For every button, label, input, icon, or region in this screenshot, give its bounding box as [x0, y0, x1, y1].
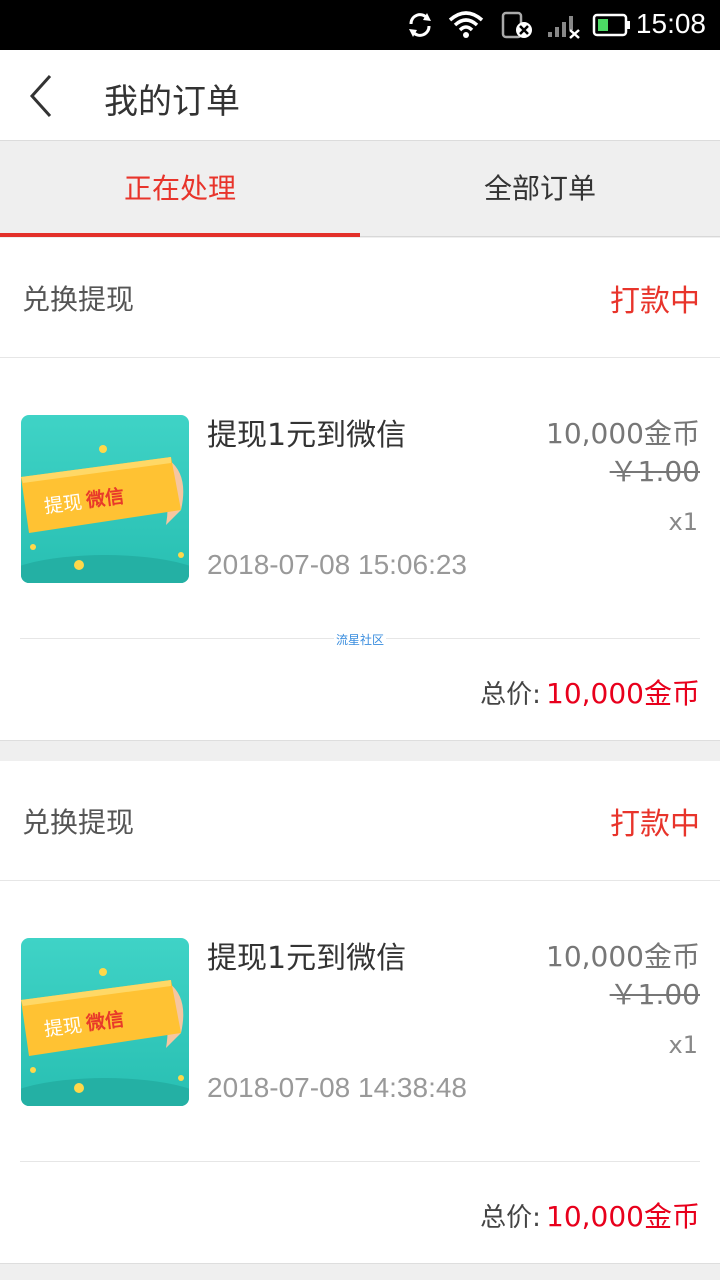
wifi-icon	[448, 11, 484, 38]
order-type: 兑换提现	[22, 283, 135, 316]
divider	[20, 1161, 700, 1162]
svg-text:提现: 提现	[43, 491, 83, 517]
order-card[interactable]: 兑换提现 打款中 提现 微信 提现1元到微信 10,000金币 ￥1.00 x1…	[0, 238, 720, 741]
order-card-header: 兑换提现 打款中	[0, 761, 720, 881]
product-thumbnail: 提现 微信	[21, 938, 189, 1106]
sync-icon	[409, 13, 431, 37]
app-header: 我的订单	[0, 50, 720, 141]
svg-text:微信: 微信	[84, 485, 126, 513]
active-tab-indicator	[0, 233, 360, 237]
product-price: 10,000金币	[546, 940, 700, 973]
clock: 15:08	[635, 8, 706, 39]
watermark: 流星社区	[334, 631, 387, 648]
tab-processing[interactable]: 正在处理	[0, 141, 360, 237]
signal-icon	[548, 16, 580, 39]
order-type: 兑换提现	[22, 806, 135, 839]
total-value: 10,000金币	[546, 677, 700, 710]
product-original-price: ￥1.00	[609, 455, 700, 488]
order-total: 总价: 10,000金币	[480, 1195, 700, 1235]
battery-icon	[592, 13, 630, 37]
back-arrow-icon[interactable]	[22, 72, 62, 120]
tab-all-orders[interactable]: 全部订单	[360, 141, 720, 237]
order-status: 打款中	[610, 807, 700, 842]
order-tabs: 正在处理 全部订单	[0, 141, 720, 237]
total-value: 10,000金币	[546, 1200, 700, 1233]
svg-text:微信: 微信	[84, 1008, 126, 1036]
page-title: 我的订单	[104, 82, 240, 122]
order-total: 总价: 10,000金币	[480, 672, 700, 712]
order-time: 2018-07-08 14:38:48	[207, 1072, 467, 1103]
status-bar: 15:08	[0, 0, 720, 50]
product-name: 提现1元到微信	[207, 418, 407, 453]
sim-off-icon	[501, 11, 532, 39]
product-thumbnail: 提现 微信	[21, 415, 189, 583]
product-quantity: x1	[668, 508, 698, 536]
product-name: 提现1元到微信	[207, 941, 407, 976]
product-price: 10,000金币	[546, 417, 700, 450]
product-quantity: x1	[668, 1031, 698, 1059]
total-label: 总价:	[480, 1203, 541, 1233]
order-status: 打款中	[610, 284, 700, 319]
svg-text:提现: 提现	[43, 1014, 83, 1040]
product-original-price: ￥1.00	[609, 978, 700, 1011]
order-time: 2018-07-08 15:06:23	[207, 549, 467, 580]
total-label: 总价:	[480, 680, 541, 710]
order-card-header: 兑换提现 打款中	[0, 238, 720, 358]
order-card[interactable]: 兑换提现 打款中 提现 微信 提现1元到微信 10,000金币 ￥1.00 x1…	[0, 761, 720, 1264]
